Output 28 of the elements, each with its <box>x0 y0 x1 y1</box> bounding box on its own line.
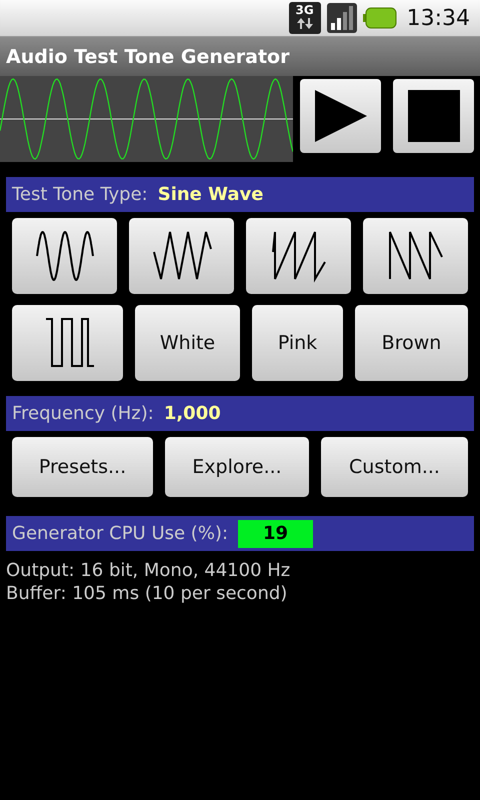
play-button[interactable] <box>300 79 381 153</box>
signal-icon <box>326 3 357 33</box>
waveform-button[interactable] <box>363 218 468 294</box>
waveform-button[interactable] <box>12 305 123 381</box>
cpu-label: Generator CPU Use (%): <box>12 523 228 544</box>
noise-button[interactable]: Pink <box>252 305 343 381</box>
cpu-meter: 19 <box>238 520 314 548</box>
battery-icon <box>362 7 397 29</box>
frequency-button[interactable]: Presets... <box>12 437 153 497</box>
info-text: Output: 16 bit, Mono, 44100 Hz <box>6 559 290 582</box>
noise-button[interactable]: White <box>135 305 240 381</box>
tone-type-label: Test Tone Type: <box>12 184 148 205</box>
waveform-button[interactable] <box>129 218 234 294</box>
play-icon <box>314 89 368 143</box>
stop-icon <box>408 90 460 142</box>
waveform-button[interactable] <box>12 218 117 294</box>
stop-button[interactable] <box>393 79 474 153</box>
noise-button[interactable]: Brown <box>355 305 468 381</box>
frequency-button[interactable]: Custom... <box>321 437 468 497</box>
info-text: Buffer: 105 ms (10 per second) <box>6 582 288 605</box>
window-title: Audio Test Tone Generator <box>0 37 480 76</box>
frequency-value: 1,000 <box>164 403 221 424</box>
waveform-button[interactable] <box>246 218 351 294</box>
network-icon: 3G <box>288 2 321 34</box>
frequency-label: Frequency (Hz): <box>12 403 154 424</box>
clock: 13:34 <box>406 6 470 30</box>
tone-type-value: Sine Wave <box>158 184 264 205</box>
frequency-button[interactable]: Explore... <box>165 437 309 497</box>
